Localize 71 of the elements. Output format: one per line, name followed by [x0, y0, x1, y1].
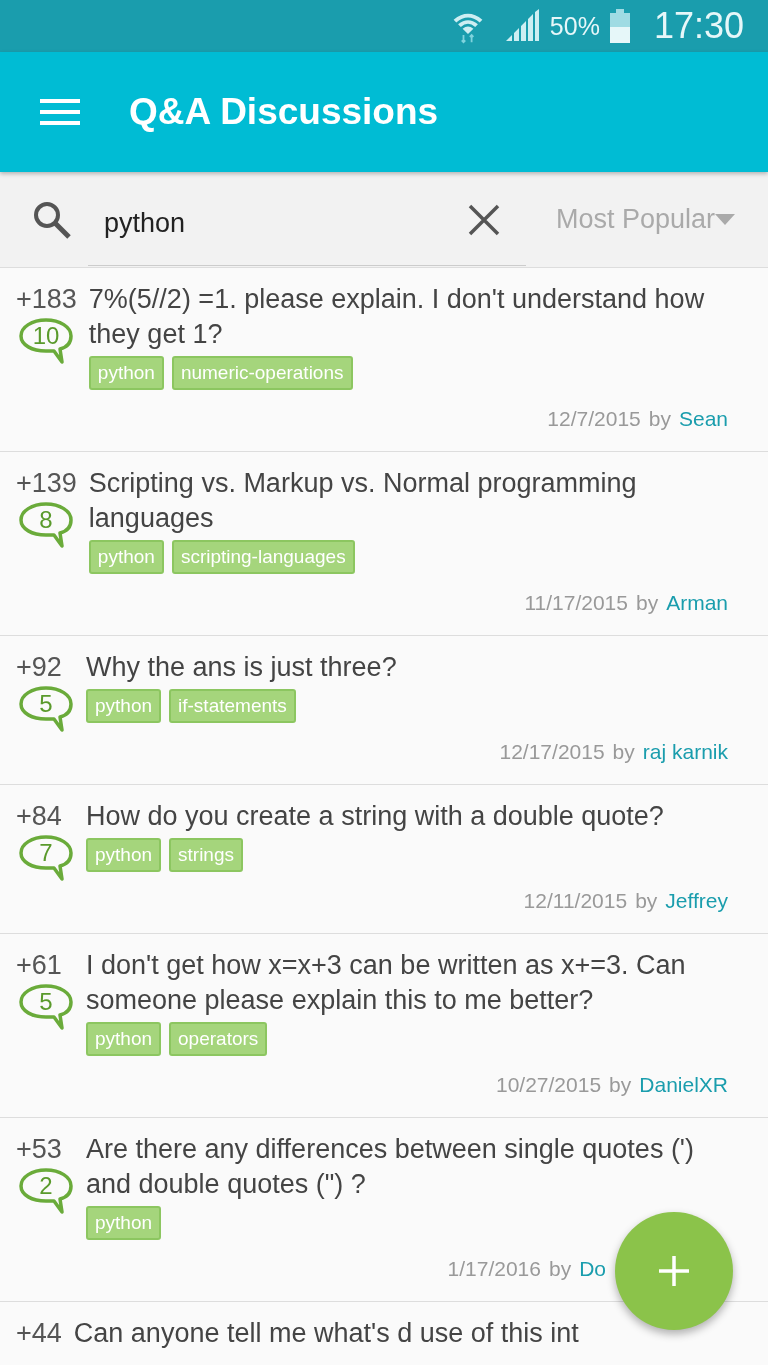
author-link[interactable]: Do [579, 1252, 606, 1286]
tag-chip[interactable]: scripting-languages [171, 540, 355, 574]
question-item[interactable]: +183 10 7%(5//2) =1. please explain. I don't understand how they get 1? python numeric-operations 12/7/2015 by Sean [0, 268, 768, 452]
author-link[interactable]: Sean [678, 402, 728, 436]
comment-bubble-icon [18, 834, 74, 882]
by-label: by [635, 590, 659, 616]
vote-score: +84 [16, 800, 62, 833]
question-title: 7%(5//2) =1. please explain. I don't understand how they get 1? [88, 283, 706, 351]
post-date: 12/7/2015 [547, 406, 641, 432]
vote-score: +139 [16, 467, 77, 500]
question-title: I don't get how x=x+3 can be written as x+=3. Can someone please explain this to me better? [86, 949, 687, 1017]
search-icon[interactable] [32, 199, 72, 240]
vote-score: +44 [16, 1317, 62, 1350]
answer-count: 5 [39, 689, 53, 719]
tag-chip[interactable]: python [86, 1206, 162, 1240]
question-title: How do you create a string with a double quote? [86, 800, 665, 833]
vote-score: +183 [16, 283, 77, 316]
tag-chip[interactable]: strings [169, 838, 243, 872]
answer-count: 2 [39, 1171, 53, 1201]
post-date: 12/17/2015 [499, 739, 605, 765]
tag-chip[interactable]: python [86, 838, 162, 872]
question-title: Scripting vs. Markup vs. Normal programming languages [88, 467, 638, 535]
question-item[interactable]: +84 7 How do you create a string with a double quote? python strings 12/11/2015 by Jeffrey [0, 785, 768, 934]
question-title: Can anyone tell me what's d use of this int [73, 1317, 580, 1350]
sort-dropdown[interactable]: Most Popular [556, 204, 736, 235]
tag-chip[interactable]: numeric-operations [171, 356, 353, 390]
comment-bubble-icon [18, 501, 74, 549]
author-link[interactable]: Jeffrey [665, 884, 728, 918]
post-date: 1/17/2016 [447, 1256, 541, 1282]
question-item[interactable]: +92 5 Why the ans is just three? python if-statements 12/17/2015 by raj karnik [0, 636, 768, 785]
search-input[interactable]: python [104, 207, 510, 239]
tag-chip[interactable]: python [88, 540, 164, 574]
by-label: by [548, 1256, 572, 1282]
search-field[interactable]: python [88, 181, 526, 266]
question-title: Why the ans is just three? [86, 651, 398, 684]
clock-time: 17:30 [653, 5, 744, 47]
post-date: 11/17/2015 [524, 590, 628, 616]
post-date: 12/11/2015 [523, 888, 628, 914]
tag-chip[interactable]: python [86, 689, 162, 723]
comment-bubble-icon [18, 685, 74, 733]
author-link[interactable]: raj karnik [642, 735, 728, 769]
app-title: Q&A Discussions [129, 91, 439, 133]
vote-score: +53 [16, 1133, 62, 1166]
comment-bubble-icon [18, 983, 74, 1031]
clear-icon[interactable] [468, 203, 500, 236]
author-link[interactable]: Arman [666, 586, 728, 620]
question-item[interactable]: +139 8 Scripting vs. Markup vs. Normal programming languages python scripting-languages 11/17/2015 by Arman [0, 452, 768, 636]
author-link[interactable]: DanielXR [639, 1068, 728, 1102]
tag-chip[interactable]: operators [169, 1022, 268, 1056]
question-item[interactable]: +61 5 I don't get how x=x+3 can be written as x+=3. Can someone please explain this to me better? python operators 10/27/2015 by DanielXR [0, 934, 768, 1118]
question-title: Are there any differences between single quotes (') and double quotes (") ? [86, 1133, 695, 1201]
answer-count: 10 [32, 321, 60, 351]
answer-count: 5 [39, 987, 53, 1017]
tag-chip[interactable]: if-statements [169, 689, 296, 723]
tag-chip[interactable]: python [86, 1022, 162, 1056]
comment-bubble-icon [18, 317, 74, 365]
post-date: 10/27/2015 [496, 1072, 602, 1098]
vote-score: +61 [16, 949, 62, 982]
tag-chip[interactable]: python [88, 356, 164, 390]
battery-icon [609, 9, 630, 43]
vote-score: +92 [16, 651, 62, 684]
by-label: by [635, 888, 658, 914]
comment-bubble-icon [18, 1167, 74, 1215]
battery-percentage: 50% [549, 11, 600, 41]
plus-icon [658, 1255, 690, 1287]
answer-count: 7 [39, 838, 53, 868]
by-label: by [609, 1072, 632, 1098]
by-label: by [612, 739, 635, 765]
answer-count: 8 [39, 505, 53, 535]
by-label: by [648, 406, 671, 432]
caret-icon [715, 213, 736, 226]
